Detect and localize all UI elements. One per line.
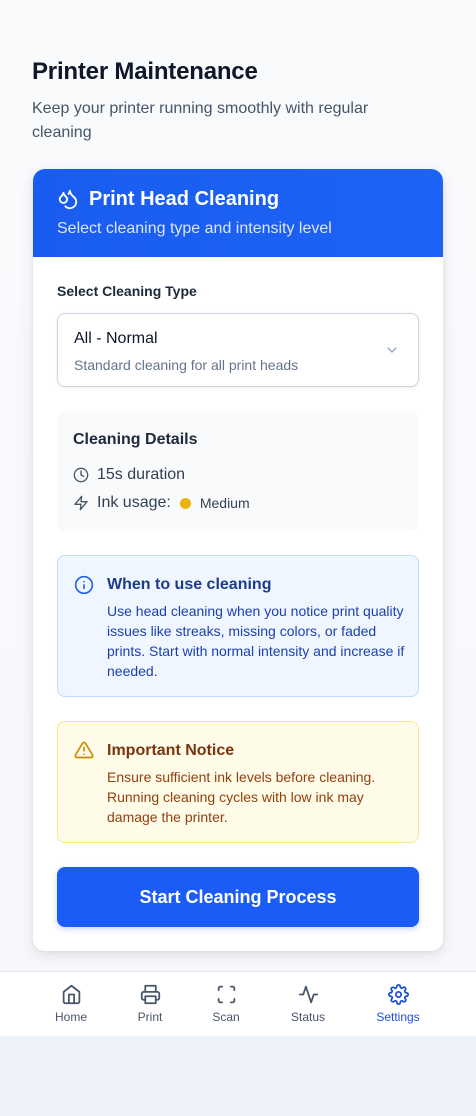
card-title: Print Head Cleaning [89, 188, 280, 210]
cleaning-type-select[interactable]: All - Normal Standard cleaning for all p… [57, 313, 419, 387]
printer-icon [140, 984, 160, 1005]
home-icon [62, 984, 80, 1005]
info-icon [74, 575, 94, 595]
nav-item-print[interactable]: Print [115, 984, 185, 1030]
ink-level-indicator [179, 497, 191, 509]
nav-label: Settings [376, 1010, 420, 1024]
nav-item-status[interactable]: Status [273, 984, 343, 1030]
droplets-icon [58, 189, 78, 210]
warning-icon [74, 741, 94, 759]
ink-usage-row: Ink usage: Medium [73, 493, 250, 513]
nav-label: Status [290, 1010, 326, 1024]
info-text: Use head cleaning when you notice print … [107, 603, 405, 679]
card-header: Print Head Cleaning Select cleaning type… [33, 169, 443, 257]
warning-text: Ensure sufficient ink levels before clea… [107, 769, 376, 825]
start-cleaning-button[interactable]: Start Cleaning Process [57, 867, 419, 927]
ink-usage-label: Ink usage: [97, 494, 171, 511]
maintenance-page: Printer Maintenance Keep your printer ru… [0, 0, 476, 1036]
bottom-nav: Home Print Scan Status Settings [0, 971, 476, 1036]
cleaning-type-label: Select Cleaning Type [57, 283, 197, 299]
cleaning-type-description: Standard cleaning for all print heads [74, 357, 299, 373]
warning-title: Important Notice [107, 742, 235, 759]
cleaning-details: Cleaning Details 15s duration Ink usage:… [57, 411, 419, 531]
page-background [0, 1036, 476, 1116]
card-subtitle: Select cleaning type and intensity level [57, 220, 332, 237]
nav-item-settings[interactable]: Settings [363, 984, 433, 1030]
cleaning-type-value: All - Normal [74, 330, 158, 347]
nav-label: Scan [212, 1010, 240, 1024]
page-subtitle: Keep your printer running smoothly with … [32, 100, 369, 141]
nav-item-scan[interactable]: Scan [191, 984, 261, 1030]
info-title: When to use cleaning [107, 576, 272, 593]
details-title: Cleaning Details [73, 431, 198, 448]
nav-label: Home [54, 1010, 87, 1024]
clock-icon [73, 467, 89, 483]
lightning-icon [74, 495, 88, 511]
cleaning-card: Print Head Cleaning Select cleaning type… [33, 169, 443, 951]
duration-text: 15s duration [97, 466, 186, 483]
activity-icon [298, 985, 318, 1004]
scan-icon [217, 985, 235, 1004]
page-title: Printer Maintenance [32, 58, 258, 85]
gear-icon [387, 984, 409, 1005]
duration-row: 15s duration [73, 465, 185, 485]
chevron-down-icon [387, 347, 397, 353]
warning-callout: Important Notice Ensure sufficient ink l… [57, 721, 419, 843]
nav-item-home[interactable]: Home [36, 984, 106, 1030]
nav-label: Print [137, 1010, 163, 1024]
info-callout: When to use cleaning Use head cleaning w… [57, 555, 419, 697]
ink-usage-level: Medium [199, 495, 250, 511]
